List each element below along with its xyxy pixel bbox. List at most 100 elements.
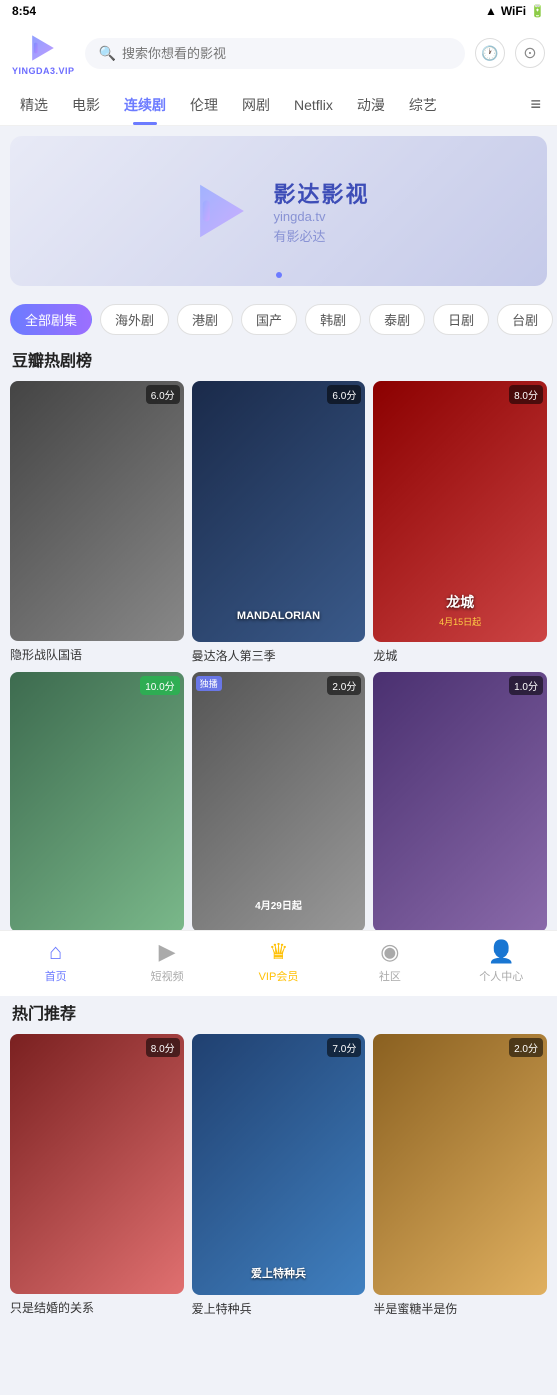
tab-zongyi[interactable]: 综艺: [397, 85, 449, 125]
settings-button[interactable]: ⊙: [515, 38, 545, 68]
list-item[interactable]: 1.0分 长月烬明: [373, 672, 547, 955]
header: YINGDA3.VIP 🔍 🕐 ⊙: [0, 22, 557, 84]
chip-gang[interactable]: 港剧: [177, 304, 233, 335]
tab-dianying[interactable]: 电影: [60, 85, 112, 125]
bottom-nav-vip[interactable]: ♛ VIP会员: [251, 939, 306, 984]
hot-bg-2: 爱上特种兵: [192, 1034, 366, 1295]
search-icon: 🔍: [99, 45, 116, 62]
card-score-6: 1.0分: [509, 676, 543, 695]
bottom-nav-profile[interactable]: 👤 个人中心: [474, 939, 529, 984]
hot-thumb-1: 8.0分: [10, 1034, 184, 1294]
douban-section-title: 豆瓣热剧榜: [10, 347, 547, 371]
list-item[interactable]: 龙城 4月15日起 8.0分 龙城: [373, 381, 547, 664]
banner-text: 影达影视 yingda.tv 有影必达: [273, 177, 369, 245]
nav-more-button[interactable]: ≡: [522, 84, 549, 125]
video-icon: ▶: [159, 939, 176, 965]
hot-section-title: 热门推荐: [10, 1000, 547, 1024]
card-thumb-3: 龙城 4月15日起 8.0分: [373, 381, 547, 642]
banner-logo-icon: [187, 176, 257, 246]
tab-jingxuan[interactable]: 精选: [8, 85, 60, 125]
tab-lunli[interactable]: 伦理: [178, 85, 230, 125]
chip-taiju2[interactable]: 台剧: [497, 304, 553, 335]
battery-icon: 🔋: [530, 4, 545, 18]
chip-hanju[interactable]: 韩剧: [305, 304, 361, 335]
tab-wangju[interactable]: 网剧: [230, 85, 282, 125]
card-score-3: 8.0分: [509, 385, 543, 404]
status-icons: ▲ WiFi 🔋: [485, 4, 545, 18]
hot-score-2: 7.0分: [327, 1038, 361, 1057]
card-score-5: 2.0分: [327, 676, 361, 695]
hot-bg-3: [373, 1034, 547, 1295]
banner[interactable]: 影达影视 yingda.tv 有影必达: [10, 136, 547, 286]
tab-lianxuju[interactable]: 连续剧: [112, 85, 178, 125]
card-thumb-5: 4月29日起 2.0分 独播: [192, 672, 366, 933]
history-icon: 🕐: [481, 45, 498, 62]
hot-label-2: 爱上特种兵: [192, 1300, 366, 1317]
card-score-2: 6.0分: [327, 385, 361, 404]
bottom-nav-home[interactable]: ⌂ 首页: [28, 939, 83, 984]
list-item[interactable]: 6.0分 隐形战队国语: [10, 381, 184, 664]
thumb-bg-2: MANDALORIAN: [192, 381, 366, 642]
chip-riju[interactable]: 日剧: [433, 304, 489, 335]
card-score-4: 10.0分: [140, 676, 179, 695]
tab-dongman[interactable]: 动漫: [345, 85, 397, 125]
banner-subtitle: 有影必达: [273, 226, 369, 245]
card-label-3: 龙城: [373, 647, 547, 664]
history-button[interactable]: 🕐: [475, 38, 505, 68]
search-input[interactable]: [122, 46, 451, 61]
header-actions: 🕐 ⊙: [475, 38, 545, 68]
banner-content: 影达影视 yingda.tv 有影必达: [187, 176, 369, 246]
chip-guochan[interactable]: 国产: [241, 304, 297, 335]
list-item[interactable]: 10.0分 漫长的季节: [10, 672, 184, 955]
thumb-bg-4: [10, 672, 184, 932]
douban-section: 豆瓣热剧榜 6.0分 隐形战队国语 MANDALORIAN 6.0分 曼达洛人第…: [0, 343, 557, 996]
card-thumb-1: 6.0分: [10, 381, 184, 641]
logo-area: YINGDA3.VIP: [12, 30, 75, 76]
list-item[interactable]: 爱上特种兵 7.0分 爱上特种兵: [192, 1034, 366, 1317]
tab-netflix[interactable]: Netflix: [282, 87, 345, 123]
list-item[interactable]: 2.0分 半是蜜糖半是伤: [373, 1034, 547, 1317]
signal-icon: ▲: [485, 4, 497, 18]
logo-sub-text: YINGDA3.VIP: [12, 66, 75, 76]
home-label: 首页: [45, 968, 67, 984]
thumb-bg-1: [10, 381, 184, 641]
banner-title-cn: 影达影视: [273, 177, 369, 209]
bottom-nav: ⌂ 首页 ▶ 短视频 ♛ VIP会员 ◉ 社区 👤 个人中心: [0, 930, 557, 996]
hot-section: 热门推荐 8.0分 只是结婚的关系 爱上特种兵 7.0分 爱上特种兵: [0, 996, 557, 1325]
profile-icon: 👤: [488, 939, 515, 965]
profile-label: 个人中心: [479, 968, 523, 984]
banner-dot-1: [276, 272, 282, 278]
wifi-icon: WiFi: [501, 4, 526, 18]
filter-chips: 全部剧集 海外剧 港剧 国产 韩剧 泰剧 日剧 台剧: [0, 296, 557, 343]
hot-score-3: 2.0分: [509, 1038, 543, 1057]
card-score-1: 6.0分: [146, 385, 180, 404]
card-tag-5: 独播: [196, 676, 222, 691]
hot-label-3: 半是蜜糖半是伤: [373, 1300, 547, 1317]
hot-thumb-3: 2.0分: [373, 1034, 547, 1295]
card-thumb-4: 10.0分: [10, 672, 184, 932]
video-label: 短视频: [151, 968, 184, 984]
hot-bg-1: [10, 1034, 184, 1294]
chip-all[interactable]: 全部剧集: [10, 304, 92, 335]
list-item[interactable]: MANDALORIAN 6.0分 曼达洛人第三季: [192, 381, 366, 664]
hot-thumb-2: 爱上特种兵 7.0分: [192, 1034, 366, 1295]
home-icon: ⌂: [49, 939, 62, 965]
bottom-nav-community[interactable]: ◉ 社区: [362, 939, 417, 984]
settings-icon: ⊙: [523, 43, 536, 63]
card-thumb-6: 1.0分: [373, 672, 547, 933]
list-item[interactable]: 4月29日起 2.0分 独播 破事精英第二季: [192, 672, 366, 955]
chip-taiju[interactable]: 泰剧: [369, 304, 425, 335]
bottom-nav-video[interactable]: ▶ 短视频: [140, 939, 195, 984]
thumb-bg-6: [373, 672, 547, 933]
list-item[interactable]: 8.0分 只是结婚的关系: [10, 1034, 184, 1317]
hot-score-1: 8.0分: [146, 1038, 180, 1057]
card-thumb-2: MANDALORIAN 6.0分: [192, 381, 366, 642]
status-bar: 8:54 ▲ WiFi 🔋: [0, 0, 557, 22]
nav-tabs: 精选 电影 连续剧 伦理 网剧 Netflix 动漫 综艺 ≡: [0, 84, 557, 126]
hot-label-1: 只是结婚的关系: [10, 1299, 184, 1316]
thumb-bg-5: 4月29日起: [192, 672, 366, 933]
search-bar[interactable]: 🔍: [85, 38, 465, 69]
chip-haiwai[interactable]: 海外剧: [100, 304, 169, 335]
app-logo-icon: [25, 30, 61, 66]
thumb-bg-3: 龙城 4月15日起: [373, 381, 547, 642]
